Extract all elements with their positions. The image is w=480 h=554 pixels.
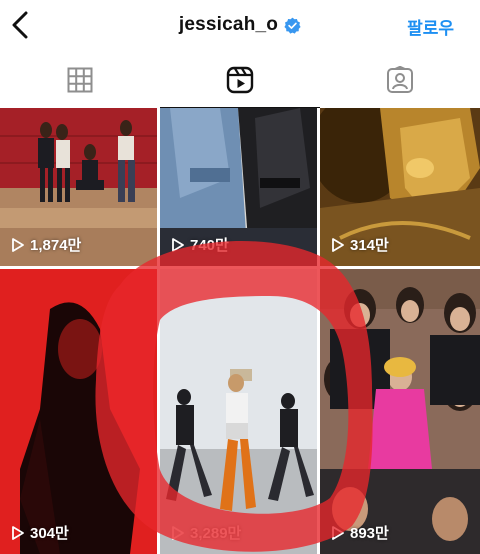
reel-image	[160, 269, 317, 554]
play-icon	[12, 525, 24, 540]
reels-grid: 1,874만 740만 314만 304만 3,289만 893만	[0, 108, 480, 554]
reels-icon	[226, 66, 254, 94]
view-count-label: 3,289만	[190, 525, 242, 542]
profile-tabs	[0, 52, 480, 109]
reel-image	[0, 269, 157, 554]
tab-reels[interactable]	[160, 52, 320, 108]
play-icon	[12, 237, 24, 252]
play-icon	[172, 237, 184, 252]
verified-badge-icon	[284, 17, 301, 34]
view-count: 314만	[332, 234, 389, 255]
reel-thumbnail[interactable]: 893만	[320, 269, 480, 554]
view-count-label: 740만	[190, 237, 229, 254]
view-count-label: 1,874만	[30, 237, 82, 254]
follow-button[interactable]: 팔로우	[407, 14, 454, 39]
reel-thumbnail[interactable]: 314만	[320, 108, 480, 266]
tab-tagged[interactable]	[320, 52, 480, 108]
reel-thumbnail[interactable]: 1,874만	[0, 108, 157, 266]
view-count: 3,289만	[172, 522, 241, 543]
grid-icon	[67, 67, 93, 93]
play-icon	[332, 237, 344, 252]
reel-thumbnail[interactable]: 3,289만	[160, 269, 317, 554]
view-count-label: 893만	[350, 525, 389, 542]
tab-posts[interactable]	[0, 52, 160, 108]
page-title: jessicah_o	[178, 14, 279, 35]
tagged-icon	[387, 66, 413, 93]
play-icon	[332, 525, 344, 540]
view-count: 304만	[12, 522, 69, 543]
profile-header: jessicah_o 팔로우	[0, 0, 480, 52]
view-count-label: 314만	[350, 237, 389, 254]
reel-thumbnail[interactable]: 740만	[160, 108, 317, 266]
view-count: 740만	[172, 234, 229, 255]
play-icon	[172, 525, 184, 540]
view-count-label: 304만	[30, 525, 69, 542]
reel-thumbnail[interactable]: 304만	[0, 269, 157, 554]
view-count: 893만	[332, 522, 389, 543]
view-count: 1,874만	[12, 234, 81, 255]
reel-image	[320, 269, 480, 554]
